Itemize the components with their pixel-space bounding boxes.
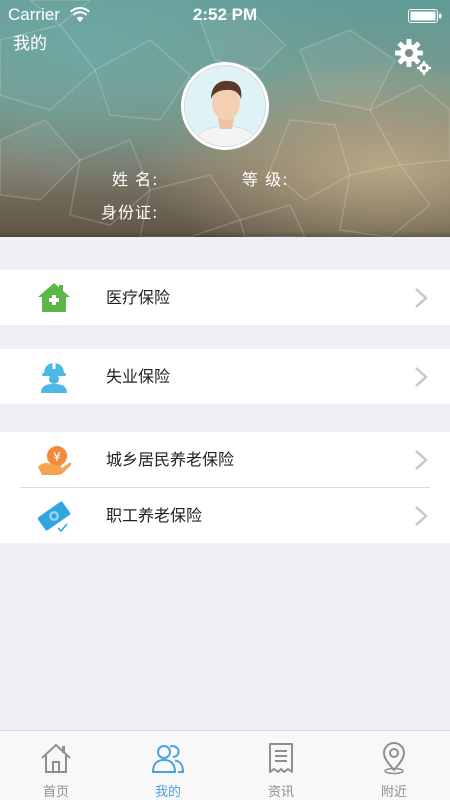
menu-item-employee-pension[interactable]: 职工养老保险 xyxy=(0,488,450,543)
level-label: 等 级: xyxy=(242,170,289,189)
tab-label: 首页 xyxy=(42,785,69,800)
tab-label: 附近 xyxy=(380,785,407,800)
menu-group-pension: ¥ 城乡居民养老保险 职工养老保险 xyxy=(0,432,450,543)
tab-label: 资讯 xyxy=(267,785,294,800)
avatar[interactable] xyxy=(181,62,269,150)
chevron-right-icon xyxy=(415,288,428,308)
menu-item-resident-pension[interactable]: ¥ 城乡居民养老保险 xyxy=(0,432,450,487)
menu-group-unemployment: 失业保险 xyxy=(0,349,450,404)
chevron-right-icon xyxy=(415,450,428,470)
house-medical-icon xyxy=(38,283,70,312)
menu-item-unemployment-insurance[interactable]: 失业保险 xyxy=(0,349,450,404)
worker-icon xyxy=(41,363,67,393)
chevron-right-icon xyxy=(415,506,428,526)
home-icon xyxy=(41,743,71,773)
name-label: 姓 名: xyxy=(112,170,159,189)
svg-text:¥: ¥ xyxy=(53,450,61,464)
users-icon xyxy=(151,745,185,773)
banknote-icon xyxy=(37,501,71,533)
tab-bar: 首页 我的 资讯 附近 xyxy=(0,730,450,800)
profile-header: Carrier 2:52 PM 我的 姓 名: 等 级: 身份证: xyxy=(0,0,450,237)
avatar-image xyxy=(184,65,266,147)
tab-nearby[interactable]: 附近 xyxy=(338,731,450,800)
menu-item-label: 失业保险 xyxy=(106,367,171,386)
menu-item-label: 职工养老保险 xyxy=(106,506,203,525)
location-pin-icon xyxy=(382,741,406,775)
settings-gear-icon[interactable] xyxy=(394,38,432,76)
news-icon xyxy=(269,743,293,773)
status-bar: Carrier 2:52 PM xyxy=(0,0,450,32)
chevron-right-icon xyxy=(415,367,428,387)
page-title: 我的 xyxy=(13,34,47,54)
menu-item-label: 城乡居民养老保险 xyxy=(106,450,235,469)
status-time: 2:52 PM xyxy=(192,5,258,24)
battery-icon xyxy=(408,9,442,23)
tab-label: 我的 xyxy=(154,785,181,800)
menu-group-medical: 医疗保险 xyxy=(0,270,450,325)
tab-home[interactable]: 首页 xyxy=(0,731,112,800)
user-portrait-icon xyxy=(185,66,265,146)
tab-mine[interactable]: 我的 xyxy=(112,731,224,800)
menu-item-label: 医疗保险 xyxy=(106,288,171,307)
menu-item-medical-insurance[interactable]: 医疗保险 xyxy=(0,270,450,325)
tab-news[interactable]: 资讯 xyxy=(225,731,337,800)
id-card-label: 身份证: xyxy=(101,203,159,222)
hand-coin-icon: ¥ xyxy=(38,446,72,475)
